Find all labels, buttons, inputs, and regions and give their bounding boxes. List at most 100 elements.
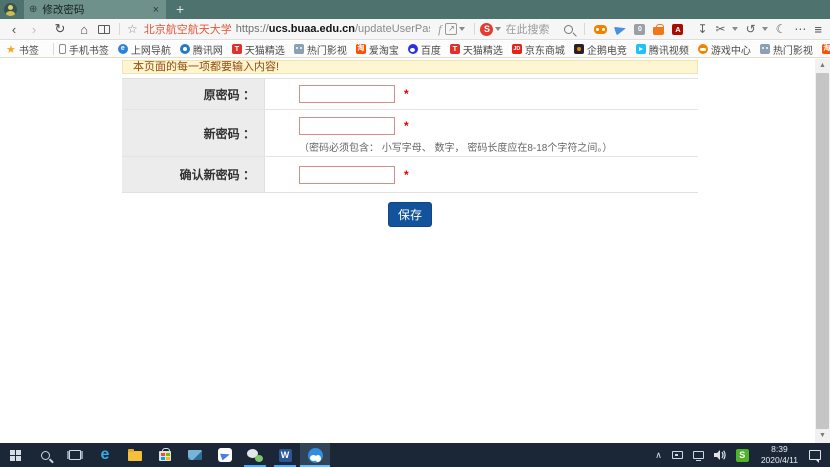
sogou-input-icon[interactable]: S: [736, 449, 749, 462]
taskbar-file-explorer[interactable]: [120, 443, 150, 467]
bookmark-taobao-2[interactable]: 淘爱淘宝: [822, 42, 830, 57]
url-domain: ucs.buaa.edu.cn: [269, 23, 355, 35]
system-tray: ∧ S 8:392020/4/11: [650, 443, 830, 467]
browser-icon: [308, 448, 323, 463]
form-row-new-password: 新密码 ： * （密码必须包含： 小写字母、 数字， 密码长度应在8-18个字符…: [122, 110, 698, 157]
confirm-password-label: 确认新密码 ：: [122, 157, 265, 192]
back-button[interactable]: ‹: [4, 22, 24, 37]
wechat-icon: [247, 449, 263, 462]
bookmark-tencent[interactable]: 腾讯网: [180, 42, 223, 57]
password-form-table: 原密码 ： * 新密码 ： * （: [122, 78, 698, 193]
download-icon[interactable]: ↧: [697, 22, 707, 36]
search-engine-icon[interactable]: S: [480, 23, 493, 36]
task-view-button[interactable]: [60, 443, 90, 467]
action-center-icon[interactable]: [809, 450, 821, 460]
bookmark-tmall-2[interactable]: T天猫精选: [450, 42, 503, 57]
navigation-icon: e: [118, 44, 128, 54]
restore-dropdown-icon[interactable]: [762, 27, 768, 31]
toolbar-separator: [584, 23, 585, 35]
new-tab-button[interactable]: +: [176, 0, 184, 19]
jd-icon: JD: [512, 44, 522, 54]
bookmark-esports[interactable]: 企鹅电竞: [574, 42, 627, 57]
bookmark-jd[interactable]: JD京东商城: [512, 42, 565, 57]
task-view-icon: [69, 450, 81, 460]
search-input[interactable]: 在此搜索: [505, 21, 558, 37]
restore-icon[interactable]: ↺: [746, 22, 756, 36]
toolbar-separator: [474, 23, 475, 35]
confirm-password-input[interactable]: [299, 166, 395, 184]
tab-close-icon[interactable]: ×: [151, 4, 161, 16]
forward-button[interactable]: ›: [24, 22, 44, 37]
screenshot-scissors-icon[interactable]: ✂: [716, 22, 726, 36]
bookmark-tencent-video[interactable]: 腾讯视频: [636, 42, 689, 57]
taobao-icon: 淘: [356, 44, 366, 54]
tray-clock[interactable]: 8:392020/4/11: [761, 444, 798, 465]
scroll-down-icon[interactable]: ▼: [815, 429, 830, 443]
address-bar[interactable]: https://ucs.buaa.edu.cn/updateUserPasswo…: [236, 23, 430, 35]
taskbar-bird-app[interactable]: [210, 443, 240, 467]
taskbar-word[interactable]: W: [270, 443, 300, 467]
volume-icon[interactable]: [714, 450, 726, 460]
taskbar-store[interactable]: [150, 443, 180, 467]
pdf-icon[interactable]: A: [672, 24, 683, 35]
windows-logo-icon: [10, 450, 21, 461]
user-avatar[interactable]: [4, 3, 17, 16]
bookmark-game-center[interactable]: 游戏中心: [698, 42, 751, 57]
search-icon[interactable]: [564, 25, 573, 34]
desktop-screen: ⊕ 修改密码 × + ‹ › ↻ ⌂ ☆ 北京航空航天大学 https://uc…: [0, 0, 830, 467]
network-icon[interactable]: [693, 451, 704, 459]
night-mode-icon[interactable]: ☾: [776, 22, 787, 36]
bookmark-shuqian[interactable]: ★书签: [6, 42, 39, 57]
bookmark-star-icon[interactable]: ☆: [127, 22, 138, 36]
site-name-label[interactable]: 北京航空航天大学: [144, 21, 232, 37]
taskbar-search-button[interactable]: [30, 443, 60, 467]
form-notice: 本页面的每一项都要输入内容!: [122, 60, 698, 74]
bookmark-movies-2[interactable]: 热门影视: [760, 42, 813, 57]
bookmark-baidu[interactable]: 百度: [408, 42, 441, 57]
required-asterisk: *: [404, 87, 409, 101]
taskbar-wechat[interactable]: [240, 443, 270, 467]
more-icon[interactable]: ⋯: [794, 22, 806, 36]
address-dropdown-icon[interactable]: [459, 27, 465, 31]
start-button[interactable]: [0, 443, 30, 467]
new-password-input[interactable]: [299, 117, 395, 135]
bookmark-mobile[interactable]: 手机书签: [59, 42, 109, 57]
page-content: 本页面的每一项都要输入内容! 原密码 ： * 新密码 ：: [0, 59, 830, 443]
scroll-up-icon[interactable]: ▲: [815, 59, 830, 73]
bookmark-movies-1[interactable]: 热门影视: [294, 42, 347, 57]
bookmark-tmall-1[interactable]: T天猫精选: [232, 42, 285, 57]
bird-extension-icon[interactable]: [615, 25, 626, 34]
scrollbar-thumb[interactable]: [816, 73, 829, 429]
tray-chevron-icon[interactable]: ∧: [655, 450, 662, 461]
tray-ime-icon[interactable]: [672, 451, 683, 459]
bookmark-nav[interactable]: e上网导航: [118, 42, 171, 57]
save-button[interactable]: 保存: [388, 202, 432, 227]
reading-list-icon[interactable]: [98, 25, 110, 34]
penguin-icon: [180, 44, 190, 54]
browser-toolbar: ‹ › ↻ ⌂ ☆ 北京航空航天大学 https://ucs.buaa.edu.…: [0, 19, 830, 40]
search-engine-dropdown-icon[interactable]: [495, 27, 501, 31]
old-password-input[interactable]: [299, 85, 395, 103]
home-button[interactable]: ⌂: [74, 22, 94, 37]
flash-badge-icon[interactable]: f: [438, 22, 441, 37]
taskbar-edge[interactable]: e: [90, 443, 120, 467]
bookmarks-bar: ★书签 手机书签 e上网导航 腾讯网 T天猫精选 热门影视 淘爱淘宝 百度 T天…: [0, 41, 830, 58]
taskbar-browser-active[interactable]: [300, 443, 330, 467]
menu-icon[interactable]: ≡: [814, 22, 822, 37]
badge-zero-icon[interactable]: 0: [634, 24, 645, 35]
bookmark-taobao-1[interactable]: 淘爱淘宝: [356, 42, 399, 57]
password-form-container: 本页面的每一项都要输入内容! 原密码 ： * 新密码 ：: [122, 60, 698, 227]
mail-envelope-icon: [188, 450, 202, 460]
screenshot-dropdown-icon[interactable]: [732, 27, 738, 31]
penguin-esports-icon: [574, 44, 584, 54]
browser-tab[interactable]: ⊕ 修改密码 ×: [24, 0, 166, 19]
taobao-icon: 淘: [822, 44, 830, 54]
vertical-scrollbar[interactable]: ▲ ▼: [815, 59, 830, 443]
url-scheme: https://: [236, 23, 269, 35]
refresh-button[interactable]: ↻: [50, 21, 70, 37]
shopping-bag-icon[interactable]: [653, 24, 664, 35]
share-icon[interactable]: ↗: [445, 23, 457, 35]
game-center-icon[interactable]: [594, 25, 607, 34]
phone-icon: [59, 44, 66, 54]
taskbar-mail[interactable]: [180, 443, 210, 467]
